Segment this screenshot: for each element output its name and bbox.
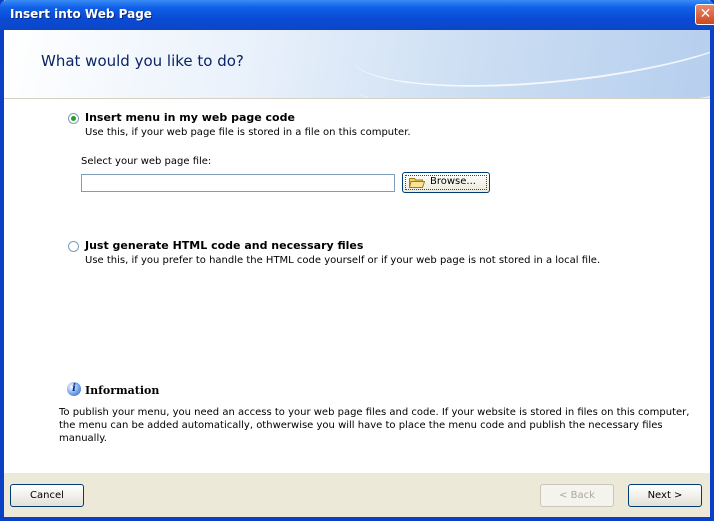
wizard-content: Insert menu in my web page code Use this… bbox=[4, 98, 710, 473]
window-title: Insert into Web Page bbox=[10, 7, 152, 21]
wizard-heading: What would you like to do? bbox=[41, 52, 244, 70]
generate-html-label[interactable]: Just generate HTML code and necessary fi… bbox=[85, 239, 363, 252]
insert-menu-label[interactable]: Insert menu in my web page code bbox=[85, 111, 295, 124]
insert-dialog: Insert into Web Page ✕ What would you li… bbox=[0, 0, 714, 521]
wizard-header: What would you like to do? bbox=[4, 30, 710, 98]
browse-button[interactable]: Browse... bbox=[402, 172, 490, 193]
generate-html-description: Use this, if you prefer to handle the HT… bbox=[85, 255, 601, 266]
file-select-label: Select your web page file: bbox=[81, 156, 212, 167]
info-icon: i bbox=[67, 382, 81, 396]
insert-menu-radio[interactable] bbox=[68, 113, 79, 124]
information-title: Information bbox=[85, 384, 160, 397]
insert-menu-description: Use this, if your web page file is store… bbox=[85, 127, 411, 138]
close-icon[interactable]: ✕ bbox=[695, 4, 714, 25]
back-button[interactable]: < Back bbox=[540, 484, 614, 507]
generate-html-radio[interactable] bbox=[68, 241, 79, 252]
next-button[interactable]: Next > bbox=[628, 484, 702, 507]
information-text: To publish your menu, you need an access… bbox=[59, 407, 690, 444]
cancel-button[interactable]: Cancel bbox=[10, 484, 84, 507]
folder-open-icon bbox=[409, 178, 425, 188]
title-bar[interactable]: Insert into Web Page ✕ bbox=[0, 0, 714, 30]
web-page-file-input[interactable] bbox=[81, 174, 395, 192]
browse-label: Browse... bbox=[430, 176, 476, 187]
